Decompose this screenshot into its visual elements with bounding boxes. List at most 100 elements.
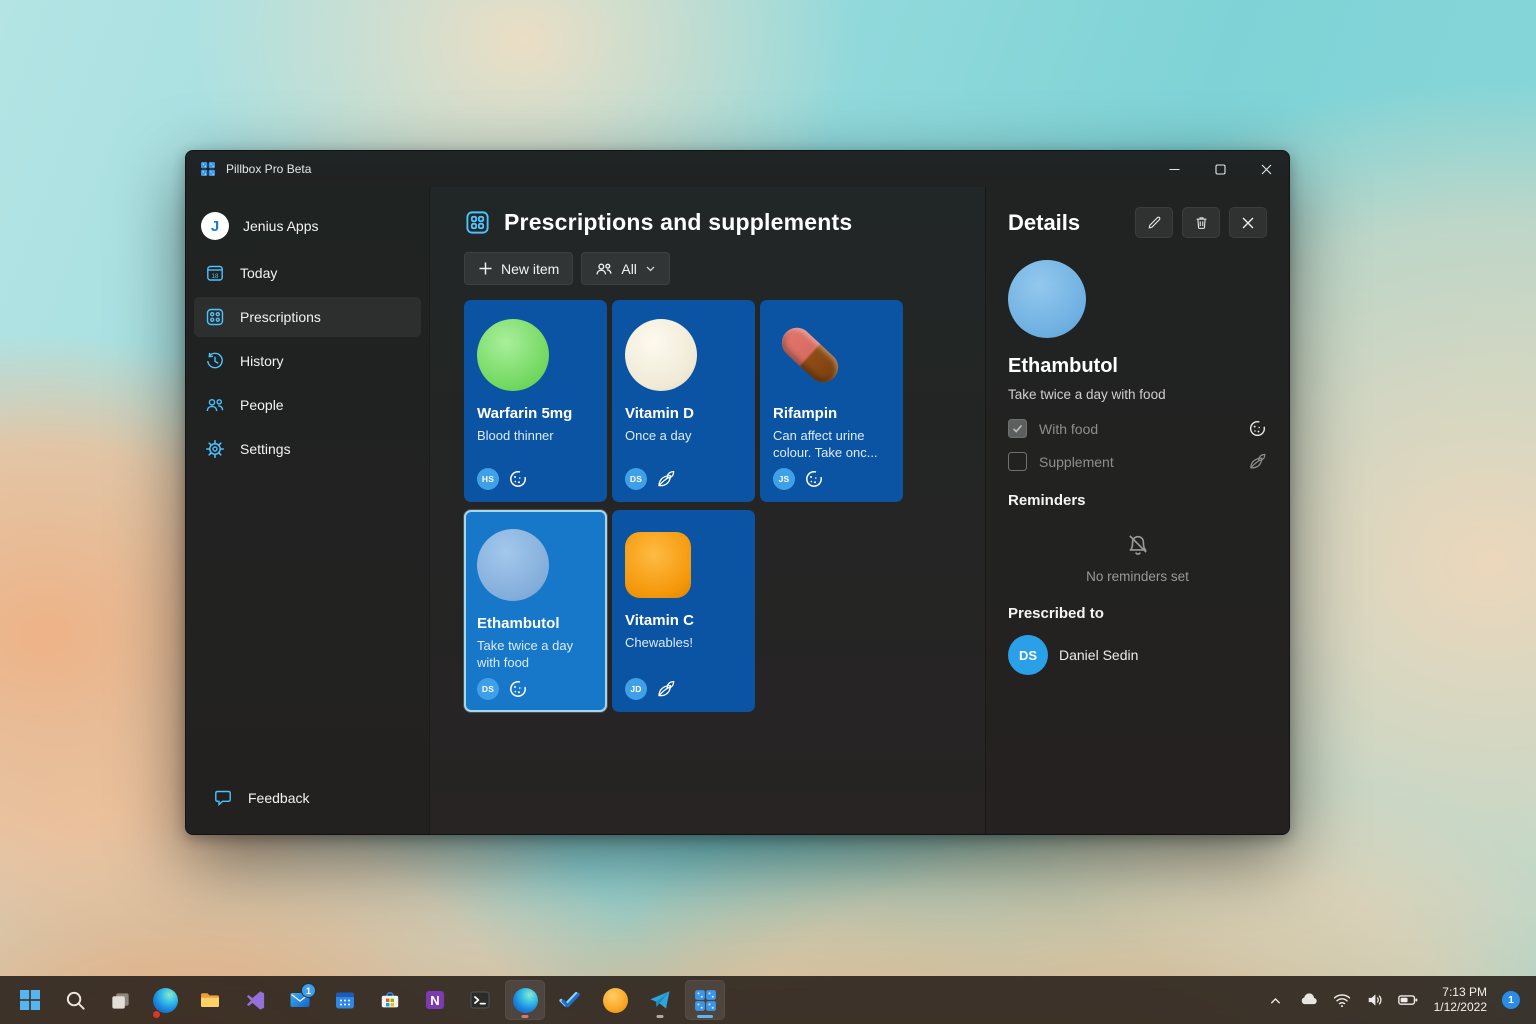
supplement-checkbox[interactable] [1008,452,1027,471]
sidebar-item-label: Feedback [248,790,309,806]
sidebar-item-today[interactable]: 18 Today [194,253,421,293]
start-button[interactable] [10,980,50,1020]
card-note: Blood thinner [477,427,594,445]
filter-all-dropdown[interactable]: All [581,252,670,285]
sidebar-item-feedback[interactable]: Feedback [202,778,413,818]
sidebar-item-settings[interactable]: Settings [194,429,421,469]
card-rifampin[interactable]: Rifampin Can affect urine colour. Take o… [760,300,903,502]
window-title: Pillbox Pro Beta [226,162,311,176]
prescription-card-grid: Warfarin 5mg Blood thinner HS [430,285,985,712]
mail-badge: 1 [301,983,316,998]
task-view-button[interactable] [100,980,140,1020]
telegram-icon[interactable] [640,980,680,1020]
people-icon [204,394,226,416]
checkbox-label: With food [1039,421,1098,437]
feedback-chat-icon [212,787,234,809]
blue-pill-image [477,529,549,601]
app-icon [200,161,216,177]
card-name: Rifampin [773,405,890,424]
card-vitamin-d[interactable]: Vitamin D Once a day DS [612,300,755,502]
search-button[interactable] [55,980,95,1020]
delete-button[interactable] [1182,207,1220,238]
pencil-icon [1147,215,1162,230]
visual-studio-icon[interactable] [235,980,275,1020]
sidebar-item-history[interactable]: History [194,341,421,381]
wifi-icon[interactable] [1331,985,1353,1015]
pillbox-grid-icon [204,306,226,328]
with-food-cookie-icon [508,679,528,699]
person-name: Daniel Sedin [1059,647,1138,663]
mail-icon[interactable]: 1 [280,980,320,1020]
file-explorer-icon[interactable] [190,980,230,1020]
details-name: Ethambutol [1008,355,1267,378]
terminal-icon[interactable] [460,980,500,1020]
svg-text:18: 18 [212,273,219,280]
volume-icon[interactable] [1364,985,1386,1015]
with-food-cookie-icon [508,469,528,489]
prescriptions-header-icon [464,209,491,236]
titlebar[interactable]: Pillbox Pro Beta [186,151,1289,187]
sidebar-item-jenius-apps[interactable]: J Jenius Apps [194,203,421,249]
edge-icon[interactable] [145,980,185,1020]
gear-icon [204,438,226,460]
sidebar-item-label: History [240,353,284,369]
tray-chevron-up-icon[interactable] [1265,985,1287,1015]
sidebar-item-prescriptions[interactable]: Prescriptions [194,297,421,337]
sidebar-item-people[interactable]: People [194,385,421,425]
plus-icon [478,261,493,276]
new-item-button[interactable]: New item [464,252,573,285]
card-warfarin[interactable]: Warfarin 5mg Blood thinner HS [464,300,607,502]
owner-avatar: DS [477,678,499,700]
history-icon [204,350,226,372]
green-pill-image [477,319,549,391]
edge-notification-dot [152,1010,161,1019]
people-filter-icon [595,260,613,278]
tray-clock[interactable]: 7:13 PM 1/12/2022 [1430,985,1491,1015]
onedrive-cloud-icon[interactable] [1298,985,1320,1015]
card-name: Vitamin C [625,612,742,631]
details-pill-image [1008,260,1086,338]
tray-date: 1/12/2022 [1434,1000,1487,1015]
sidebar-item-label: Prescriptions [240,309,321,325]
reminders-empty-state: No reminders set [1008,531,1267,584]
todo-icon[interactable] [550,980,590,1020]
card-note: Can affect urine colour. Take onc... [773,427,890,462]
supplement-leaf-icon [656,469,676,489]
card-name: Warfarin 5mg [477,405,594,424]
orange-app-icon[interactable] [595,980,635,1020]
owner-avatar: JS [773,468,795,490]
edge-running-icon[interactable] [505,980,545,1020]
prescribed-person[interactable]: DS Daniel Sedin [1008,635,1267,675]
notification-badge[interactable]: 1 [1502,991,1520,1009]
reminders-empty-text: No reminders set [1008,569,1267,584]
card-note: Take twice a day with food [477,637,594,672]
close-details-button[interactable] [1229,207,1267,238]
person-avatar: DS [1008,635,1048,675]
minimize-button[interactable] [1151,151,1197,187]
sidebar: J Jenius Apps 18 Today [186,187,429,834]
owner-avatar: HS [477,468,499,490]
onenote-icon[interactable]: N [415,980,455,1020]
card-note: Chewables! [625,634,742,652]
desktop-wallpaper: Pillbox Pro Beta J Jen [0,0,1536,1024]
with-food-row: With food [1008,419,1267,438]
page-title: Prescriptions and supplements [504,209,852,236]
edit-button[interactable] [1135,207,1173,238]
calendar-icon[interactable] [325,980,365,1020]
active-window-indicator [697,1015,713,1018]
maximize-button[interactable] [1197,151,1243,187]
card-vitamin-c[interactable]: Vitamin C Chewables! JD [612,510,755,712]
trash-icon [1194,215,1209,230]
close-button[interactable] [1243,151,1289,187]
card-ethambutol-selected[interactable]: Ethambutol Take twice a day with food DS [464,510,607,712]
store-icon[interactable] [370,980,410,1020]
with-food-cookie-icon [1248,419,1267,438]
supplement-leaf-icon [656,679,676,699]
sidebar-item-label: Settings [240,441,291,457]
running-indicator [657,1015,664,1018]
pillbox-app-icon[interactable] [685,980,725,1020]
battery-icon[interactable] [1397,985,1419,1015]
prescribed-to-heading: Prescribed to [1008,605,1267,622]
sidebar-item-label: Today [240,265,277,281]
with-food-checkbox[interactable] [1008,419,1027,438]
